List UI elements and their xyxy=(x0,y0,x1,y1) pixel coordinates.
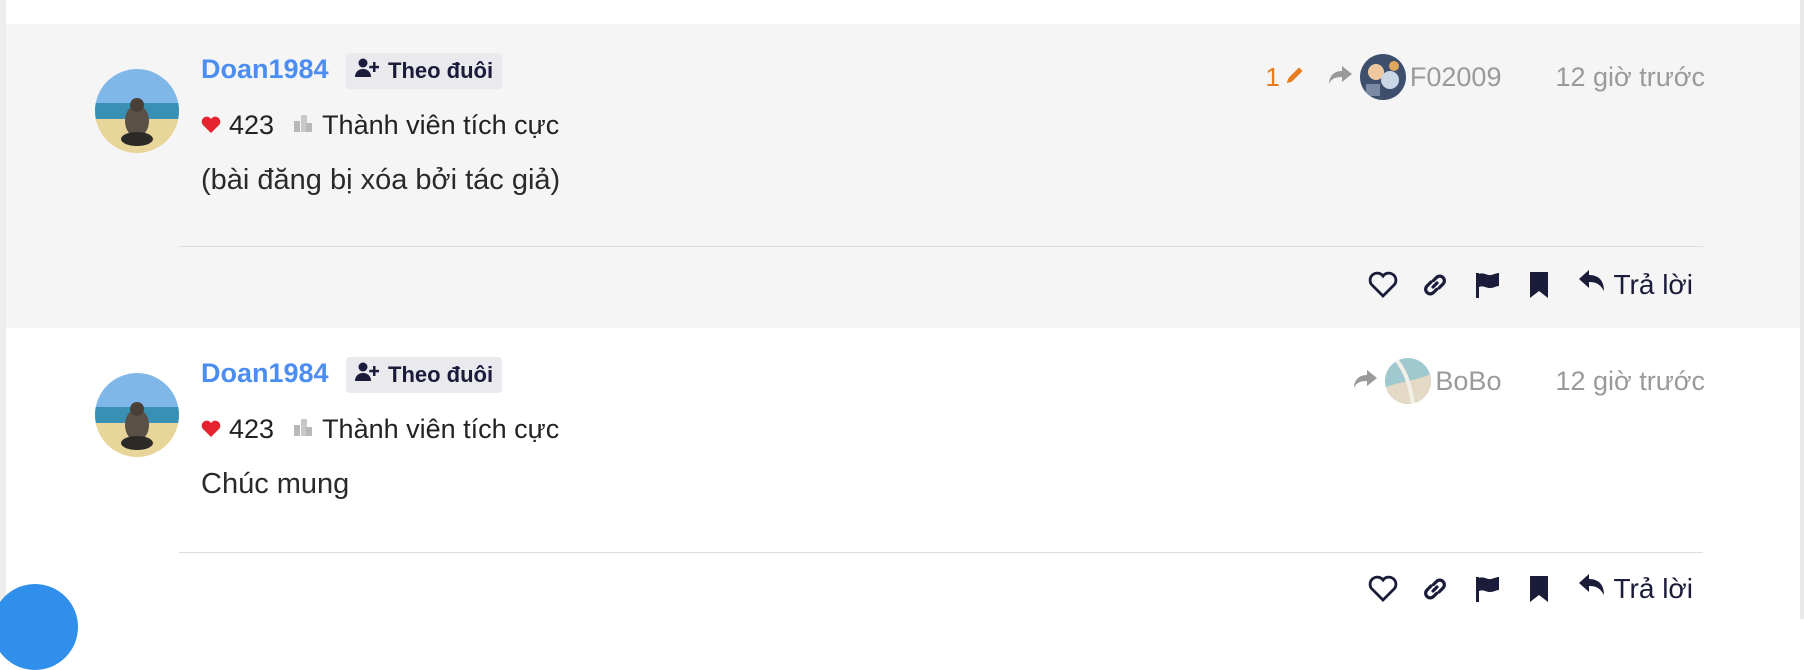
reply-avatar xyxy=(1385,358,1432,404)
reply-icon xyxy=(1577,571,1607,606)
reply-icon xyxy=(1577,267,1607,302)
timestamp[interactable]: 12 giờ trước xyxy=(1555,62,1705,93)
scroll-fab-button[interactable] xyxy=(0,584,78,670)
reply-to-username: F02009 xyxy=(1409,61,1502,92)
timestamp[interactable]: 12 giờ trước xyxy=(1555,366,1705,397)
edit-history[interactable]: 1 xyxy=(1265,62,1305,93)
flag-icon[interactable] xyxy=(1471,269,1503,301)
rank-icon xyxy=(292,414,314,445)
rank-label: Thành viên tích cực xyxy=(322,110,560,140)
link-icon[interactable] xyxy=(1419,573,1451,605)
reply-arrow-icon xyxy=(1328,62,1354,93)
bookmark-icon[interactable] xyxy=(1523,269,1555,301)
flag-icon[interactable] xyxy=(1471,573,1503,605)
reply-button[interactable]: Trả lời xyxy=(1577,571,1693,606)
reply-arrow-icon xyxy=(1353,366,1379,397)
link-icon[interactable] xyxy=(1419,269,1451,301)
user-meta: 423 Thành viên tích cực xyxy=(201,110,559,141)
user-plus-icon xyxy=(355,58,380,84)
rank-label: Thành viên tích cực xyxy=(322,414,560,444)
reply-button[interactable]: Trả lời xyxy=(1577,267,1693,302)
post-content: Chúc mung xyxy=(201,468,350,500)
post-item: Doan1984 Theo đuôi 423 Thành viên tích c… xyxy=(6,24,1800,328)
post-actions: Trả lời xyxy=(1347,571,1693,606)
reply-label: Trả lời xyxy=(1613,268,1693,300)
heart-icon xyxy=(201,110,221,141)
user-plus-icon xyxy=(355,362,380,388)
likes-count: 423 xyxy=(229,110,275,140)
reply-avatar xyxy=(1359,54,1406,100)
edit-count: 1 xyxy=(1265,61,1280,92)
likes-count: 423 xyxy=(229,414,275,444)
user-meta: 423 Thành viên tích cực xyxy=(201,414,559,445)
post-info: BoBo 12 giờ trước xyxy=(1353,358,1705,404)
heart-outline-icon[interactable] xyxy=(1367,573,1399,605)
follow-label: Theo đuôi xyxy=(388,362,494,387)
username[interactable]: Doan1984 xyxy=(201,358,329,389)
heart-outline-icon[interactable] xyxy=(1367,269,1399,301)
heart-icon xyxy=(201,414,221,445)
divider xyxy=(179,246,1703,247)
scrollbar-track[interactable] xyxy=(1800,0,1804,619)
username[interactable]: Doan1984 xyxy=(201,54,329,85)
post-content: (bài đăng bị xóa bởi tác giả) xyxy=(201,164,561,196)
post-actions: Trả lời xyxy=(1347,267,1693,302)
post-info: 1 F02009 12 giờ trước xyxy=(1265,54,1705,100)
reply-to[interactable]: F02009 xyxy=(1328,54,1502,100)
reply-to-username: BoBo xyxy=(1435,365,1502,396)
pencil-icon xyxy=(1284,62,1306,93)
follow-button[interactable]: Theo đuôi xyxy=(346,357,503,393)
follow-label: Theo đuôi xyxy=(388,58,494,83)
avatar[interactable] xyxy=(95,373,179,457)
avatar[interactable] xyxy=(95,69,179,153)
post-item: Doan1984 Theo đuôi 423 Thành viên tích c… xyxy=(6,328,1800,619)
reply-to[interactable]: BoBo xyxy=(1353,358,1501,404)
reply-label: Trả lời xyxy=(1613,572,1693,604)
rank-icon xyxy=(292,110,314,141)
follow-button[interactable]: Theo đuôi xyxy=(346,53,503,89)
bookmark-icon[interactable] xyxy=(1523,573,1555,605)
divider xyxy=(179,552,1703,553)
